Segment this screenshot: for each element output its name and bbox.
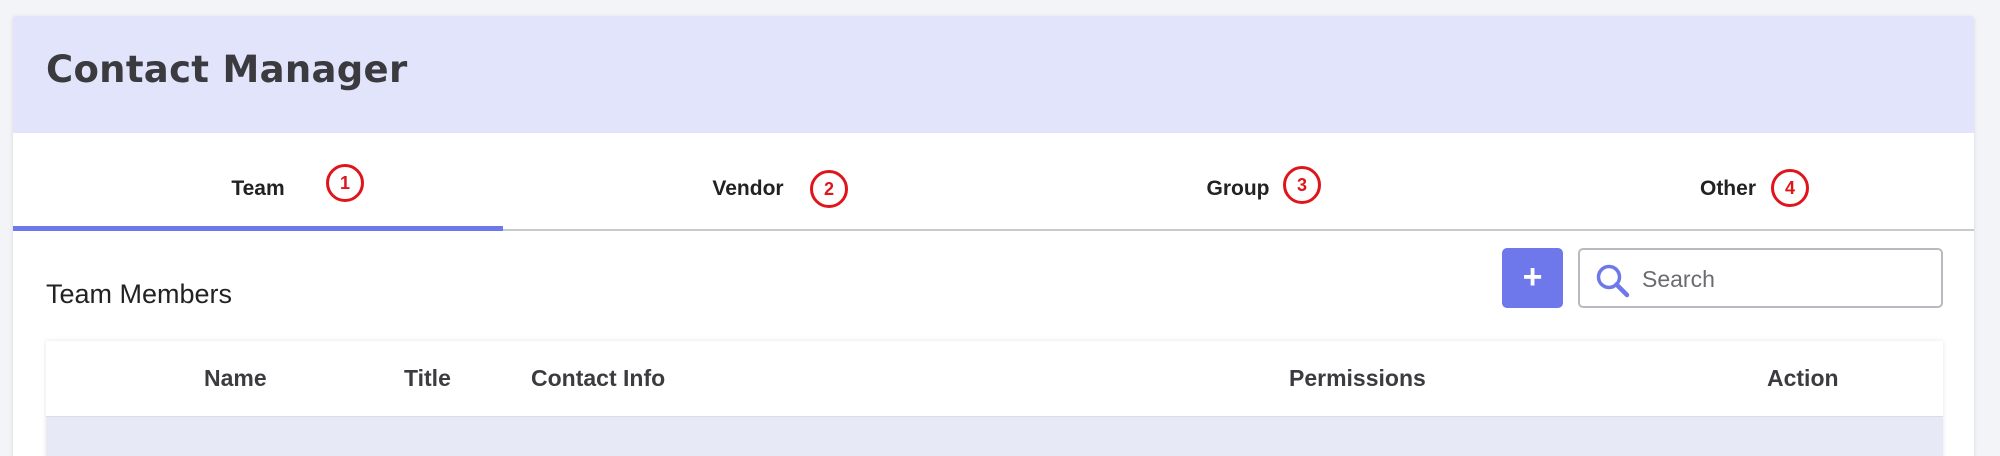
column-header-action[interactable]: Action [1767,365,1839,392]
tab-vendor[interactable]: Vendor [503,133,993,229]
tab-other[interactable]: Other [1483,133,1973,229]
tab-team-label: Team [231,177,285,200]
app-title: Contact Manager [46,48,408,91]
column-header-permissions[interactable]: Permissions [1289,365,1426,392]
app-header: Contact Manager [13,16,1974,133]
search-input[interactable] [1640,256,1934,302]
table-header: Name Title Contact Info Permissions Acti… [46,341,1943,417]
column-header-title[interactable]: Title [404,365,451,392]
tab-vendor-label: Vendor [712,177,784,200]
table-row [46,417,1943,456]
tab-group-label: Group [1206,177,1270,200]
tab-bar: Team Vendor Group Other 1 2 3 4 [13,133,1974,231]
column-header-contact-info[interactable]: Contact Info [531,365,665,392]
search-icon [1596,264,1630,298]
tab-vendor-badge: 2 [810,170,848,208]
contact-manager-card: Contact Manager Team Vendor Group Other … [13,16,1974,456]
tab-group-badge: 3 [1283,166,1321,204]
search-box[interactable] [1578,248,1943,308]
tab-team-badge: 1 [326,164,364,202]
add-member-button[interactable]: + [1502,248,1563,308]
tab-group[interactable]: Group [993,133,1483,229]
active-tab-indicator [13,226,503,231]
tab-other-label: Other [1699,177,1756,200]
column-header-name[interactable]: Name [204,365,267,392]
tab-team[interactable]: Team [13,133,503,231]
tab-other-badge: 4 [1771,169,1809,207]
team-members-table: Name Title Contact Info Permissions Acti… [46,341,1943,456]
section-title: Team Members [46,279,233,309]
